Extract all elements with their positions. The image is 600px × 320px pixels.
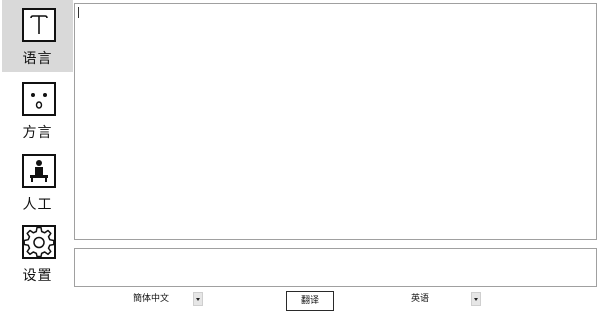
source-language-dropdown-button[interactable] (193, 292, 203, 306)
translator-window: 语言 方言 人工 设置 簡体中文 翻译 英语 (0, 0, 600, 320)
sidebar-item-human[interactable]: 人工 (2, 146, 73, 218)
target-language-dropdown-button[interactable] (471, 292, 481, 306)
target-language-select[interactable]: 英语 (411, 292, 481, 306)
person-icon (22, 154, 56, 188)
chevron-down-icon (196, 298, 200, 301)
chevron-down-icon (474, 298, 478, 301)
sidebar-item-dialect[interactable]: 方言 (2, 74, 73, 146)
source-language-select[interactable]: 簡体中文 (133, 292, 203, 306)
sidebar-item-label: 人工 (22, 197, 53, 213)
result-text-area[interactable] (74, 248, 597, 287)
sidebar-item-settings[interactable]: 设置 (2, 217, 73, 289)
text-t-icon (22, 8, 56, 42)
sidebar-item-language[interactable]: 语言 (2, 0, 73, 72)
sidebar-item-label: 设置 (22, 268, 53, 284)
sidebar-item-label: 方言 (22, 125, 53, 141)
gear-icon (22, 225, 56, 259)
face-icon (22, 82, 56, 116)
translate-button[interactable]: 翻译 (286, 291, 334, 311)
source-text-area[interactable] (74, 3, 597, 240)
target-language-value: 英语 (411, 294, 430, 304)
sidebar: 语言 方言 人工 设置 (2, 0, 73, 292)
source-language-value: 簡体中文 (133, 294, 170, 304)
source-input[interactable] (75, 4, 596, 239)
sidebar-item-label: 语言 (22, 51, 53, 67)
